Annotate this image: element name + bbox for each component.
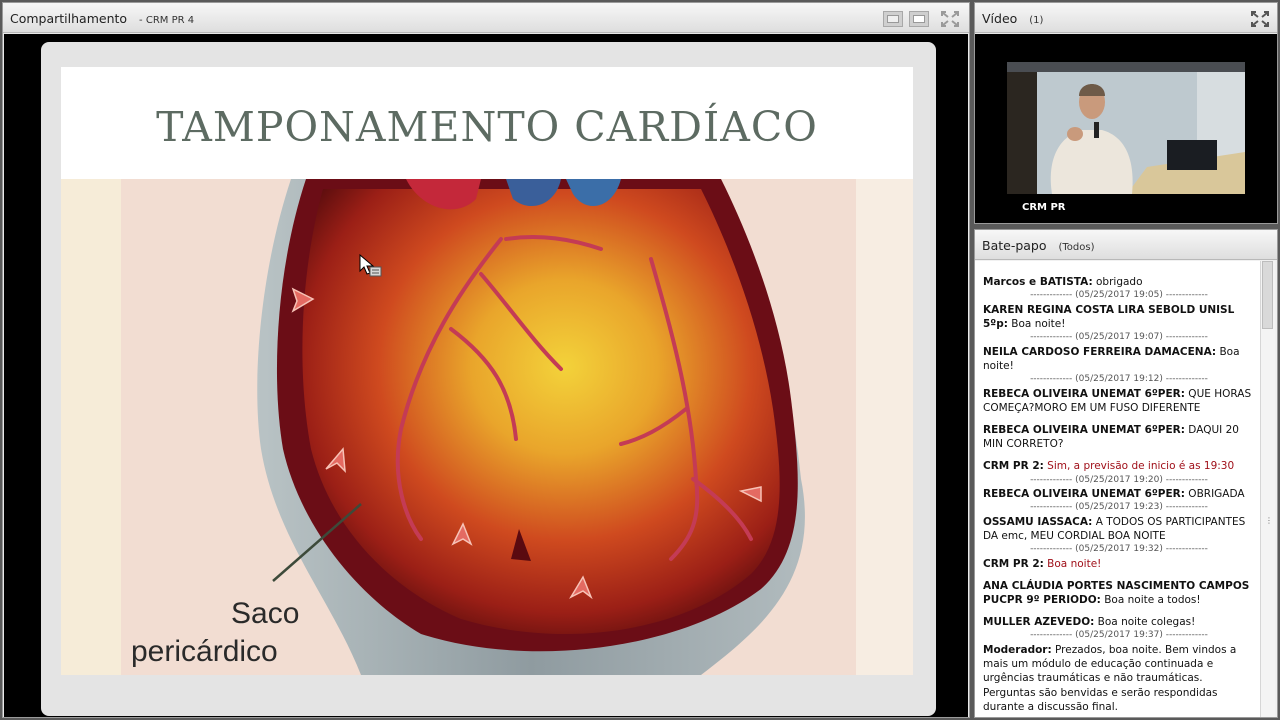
- chat-message: OSSAMU IASSACA: A TODOS OS PARTICIPANTES…: [983, 515, 1255, 543]
- chat-message: Moderador: Prezados, boa noite. Bem vind…: [983, 643, 1255, 714]
- chat-message: CRM PR 2: Sim, a previsão de inicio é as…: [983, 459, 1255, 473]
- chat-message: MULLER AZEVEDO: Boa noite colegas!: [983, 615, 1255, 629]
- chat-pod-title-text: Bate-papo: [982, 238, 1047, 253]
- share-pod-titlebar[interactable]: Compartilhamento - CRM PR 4: [3, 3, 969, 33]
- chat-scrollbar-thumb[interactable]: [1262, 261, 1273, 329]
- share-stage: TAMPONAMENTO CARDÍACO Saco pericárdico: [4, 34, 968, 717]
- chat-timestamp: ------------- (05/25/2017 19:37) -------…: [1030, 630, 1208, 641]
- share-pod-subtitle: - CRM PR 4: [139, 15, 195, 26]
- chat-text: Boa noite!: [1043, 557, 1102, 570]
- chat-sender: CRM PR 2:: [983, 557, 1044, 570]
- chat-text: Boa noite colegas!: [1094, 616, 1196, 629]
- chat-message: NEILA CARDOSO FERREIRA DAMACENA: Boa noi…: [983, 345, 1255, 373]
- scroll-tick-icon: ⋮: [1265, 516, 1273, 525]
- chat-message: REBECA OLIVEIRA UNEMAT 6ºPER: OBRIGADA: [983, 487, 1255, 501]
- chat-sender: OSSAMU IASSACA:: [983, 515, 1093, 528]
- chat-scrollbar[interactable]: ⋮: [1260, 261, 1275, 717]
- cursor-icon: [359, 253, 382, 277]
- chat-sender: REBECA OLIVEIRA UNEMAT 6ºPER:: [983, 488, 1185, 501]
- heart-illustration: [61, 179, 913, 675]
- slide-header: TAMPONAMENTO CARDÍACO: [61, 67, 913, 179]
- slide-content: TAMPONAMENTO CARDÍACO Saco pericárdico: [61, 67, 913, 675]
- chat-message: ANA CLÁUDIA PORTES NASCIMENTO CAMPOS PUC…: [983, 579, 1255, 607]
- presentation-slide: TAMPONAMENTO CARDÍACO Saco pericárdico: [41, 42, 936, 716]
- chat-pod-title: Bate-papo (Todos): [982, 238, 1095, 253]
- layout-dual-icon: [913, 15, 925, 23]
- chat-timestamp: ------------- (05/25/2017 19:23) -------…: [1030, 502, 1208, 513]
- video-pod-titlebar[interactable]: Vídeo (1): [975, 3, 1277, 33]
- chat-sender: REBECA OLIVEIRA UNEMAT 6ºPER:: [983, 387, 1185, 400]
- video-pod: Vídeo (1) CRM PR: [974, 2, 1278, 224]
- layout-single-icon: [887, 15, 899, 23]
- participant-name: CRM PR: [1022, 202, 1066, 213]
- chat-pod: Bate-papo (Todos) Marcos e BATISTA: obri…: [974, 229, 1278, 718]
- slide-label-saco: Saco: [231, 597, 300, 630]
- chat-sender: CRM PR 2:: [983, 460, 1044, 473]
- chat-message: REBECA OLIVEIRA UNEMAT 6ºPER: QUE HORAS …: [983, 387, 1255, 415]
- chat-sender: REBECA OLIVEIRA UNEMAT 6ºPER:: [983, 423, 1185, 436]
- chat-text: OBRIGADA: [1184, 488, 1245, 501]
- slide-title: TAMPONAMENTO CARDÍACO: [156, 103, 818, 151]
- chat-timestamp: ------------- (05/25/2017 19:20) -------…: [1030, 474, 1208, 485]
- video-feed: [1007, 62, 1245, 194]
- chat-sender: MULLER AZEVEDO:: [983, 616, 1095, 629]
- chat-sender: Moderador:: [983, 643, 1052, 656]
- chat-text: Sim, a previsão de inicio é as 19:30: [1043, 460, 1235, 473]
- chat-message: KAREN REGINA COSTA LIRA SEBOLD UNISL 5ºp…: [983, 303, 1255, 331]
- share-pod-title: Compartilhamento - CRM PR 4: [10, 11, 194, 26]
- video-stage[interactable]: CRM PR: [975, 34, 1277, 223]
- video-pod-title-text: Vídeo: [982, 11, 1018, 26]
- chat-text: Boa noite!: [1007, 317, 1066, 330]
- chat-timestamp: ------------- (05/25/2017 19:12) -------…: [1030, 374, 1208, 385]
- video-fullscreen-icon[interactable]: [1251, 11, 1269, 27]
- chat-text: Boa noite a todos!: [1100, 594, 1201, 607]
- chat-timestamp: ------------- (05/25/2017 19:32) -------…: [1030, 544, 1208, 555]
- chat-timestamp: ------------- (05/25/2017 19:07) -------…: [1030, 332, 1208, 343]
- video-count: (1): [1029, 15, 1044, 26]
- chat-text: obrigado: [1092, 276, 1143, 288]
- share-pod-title-text: Compartilhamento: [10, 11, 128, 26]
- chat-message-area[interactable]: Marcos e BATISTA: obrigado ------------- …: [975, 261, 1261, 717]
- chat-message: REBECA OLIVEIRA UNEMAT 6ºPER: DAQUI 20 M…: [983, 423, 1255, 451]
- chat-timestamp: ------------- (05/25/2017 19:05) -------…: [1030, 290, 1208, 301]
- chat-message: Marcos e BATISTA: obrigado: [983, 275, 1255, 289]
- presenter-video-image: [1007, 62, 1245, 194]
- chat-message-list: Marcos e BATISTA: obrigado ------------- …: [983, 275, 1255, 717]
- layout-single-button[interactable]: [883, 11, 903, 27]
- layout-dual-button[interactable]: [909, 11, 929, 27]
- video-pod-title: Vídeo (1): [982, 11, 1043, 26]
- chat-message: CRM PR 2: Boa noite!: [983, 557, 1255, 571]
- chat-sender: NEILA CARDOSO FERREIRA DAMACENA:: [983, 345, 1217, 358]
- share-pod: Compartilhamento - CRM PR 4 TAMPONAMENTO…: [2, 2, 970, 718]
- chat-sender: Marcos e BATISTA:: [983, 276, 1093, 288]
- fullscreen-icon[interactable]: [941, 11, 959, 27]
- chat-scope: (Todos): [1058, 242, 1095, 253]
- slide-label-pericardico: pericárdico: [131, 635, 278, 668]
- chat-pod-titlebar[interactable]: Bate-papo (Todos): [975, 230, 1277, 260]
